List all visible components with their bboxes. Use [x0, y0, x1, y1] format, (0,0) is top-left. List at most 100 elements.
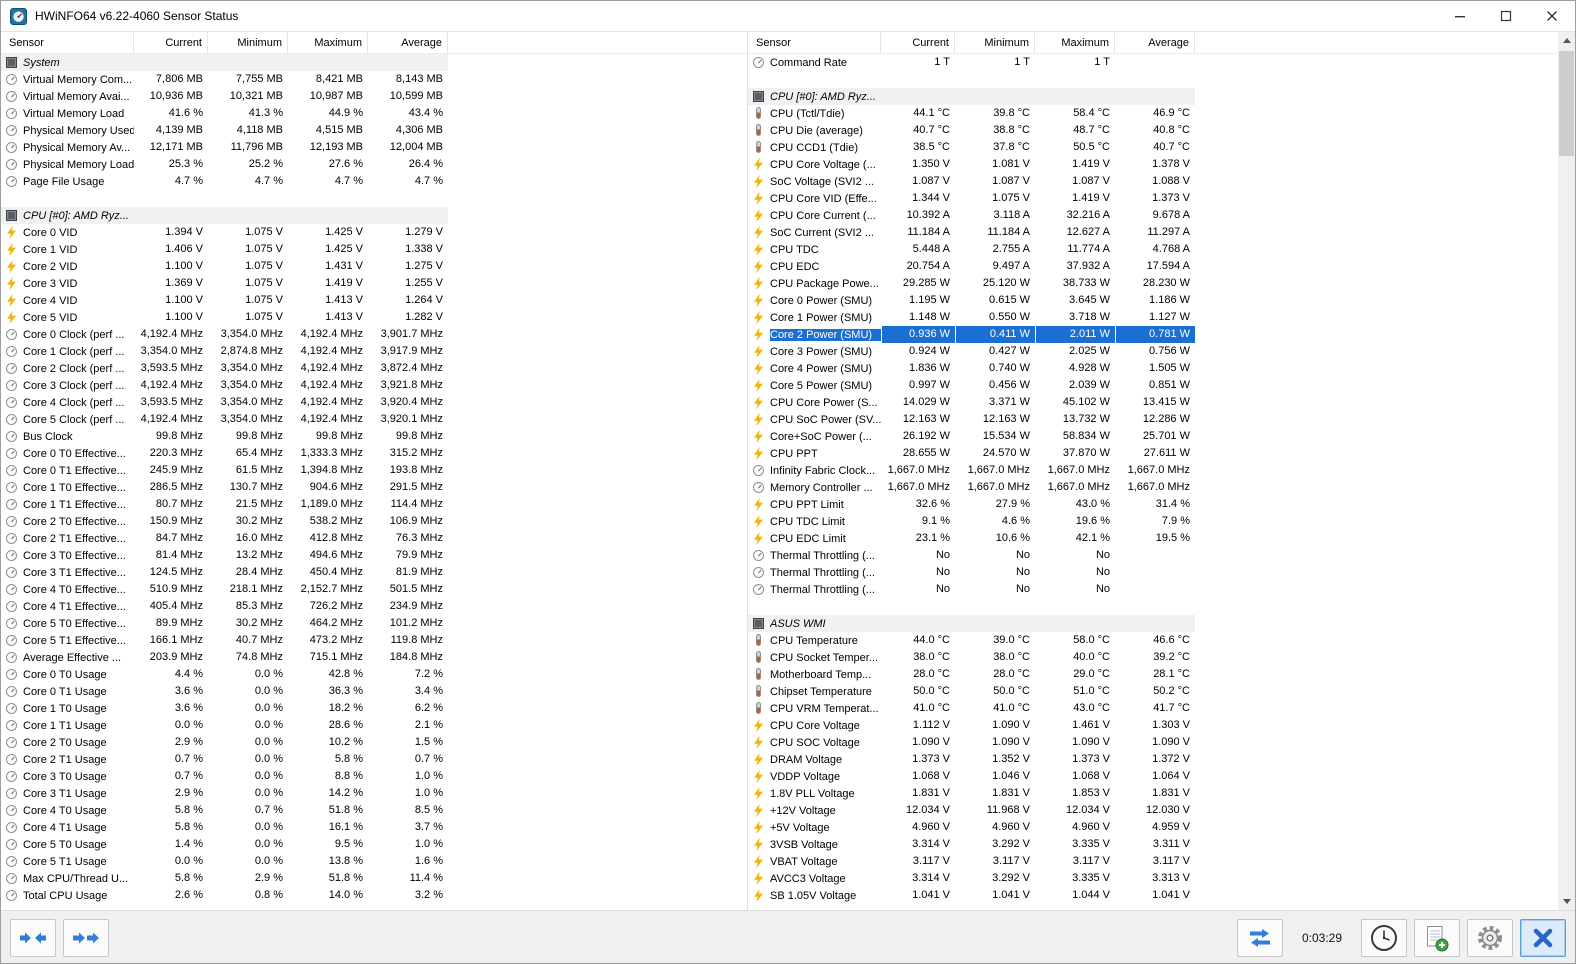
- sensor-row[interactable]: Core 1 T1 Usage0.0 %0.0 %28.6 %2.1 %: [1, 717, 448, 734]
- remote-monitoring-button[interactable]: [1237, 919, 1283, 957]
- sensor-row[interactable]: Core 2 T0 Effective...150.9 MHz30.2 MHz5…: [1, 513, 448, 530]
- scroll-down-button[interactable]: [1558, 893, 1575, 910]
- sensor-row[interactable]: SoC Voltage (SVI2 ...1.087 V1.087 V1.087…: [748, 173, 1195, 190]
- sensor-row[interactable]: CPU VRM Temperat...41.0 °C41.0 °C43.0 °C…: [748, 700, 1195, 717]
- close-button[interactable]: [1529, 1, 1575, 31]
- sensor-row[interactable]: CPU SOC Voltage1.090 V1.090 V1.090 V1.09…: [748, 734, 1195, 751]
- sensor-row[interactable]: Bus Clock99.8 MHz99.8 MHz99.8 MHz99.8 MH…: [1, 428, 448, 445]
- sensor-row[interactable]: CPU TDC5.448 A2.755 A11.774 A4.768 A: [748, 241, 1195, 258]
- sensor-row[interactable]: 3VSB Voltage3.314 V3.292 V3.335 V3.311 V: [748, 836, 1195, 853]
- sensor-row[interactable]: SoC Current (SVI2 ...11.184 A11.184 A12.…: [748, 224, 1195, 241]
- column-header-average[interactable]: Average: [368, 32, 448, 53]
- sensor-row[interactable]: CPU PPT28.655 W24.570 W37.870 W27.611 W: [748, 445, 1195, 462]
- sensor-row[interactable]: Thermal Throttling (...NoNoNo: [748, 564, 1195, 581]
- sensor-row[interactable]: CPU SoC Power (SV...12.163 W12.163 W13.7…: [748, 411, 1195, 428]
- column-header-current[interactable]: Current: [881, 32, 955, 53]
- sensor-row[interactable]: Physical Memory Used4,139 MB4,118 MB4,51…: [1, 122, 448, 139]
- sensor-row[interactable]: Physical Memory Load25.3 %25.2 %27.6 %26…: [1, 156, 448, 173]
- sensor-row[interactable]: Chipset Temperature50.0 °C50.0 °C51.0 °C…: [748, 683, 1195, 700]
- sensor-row[interactable]: Core 4 T0 Usage5.8 %0.7 %51.8 %8.5 %: [1, 802, 448, 819]
- sensor-row[interactable]: Core 1 VID1.406 V1.075 V1.425 V1.338 V: [1, 241, 448, 258]
- sensor-row[interactable]: Core 0 T0 Usage4.4 %0.0 %42.8 %7.2 %: [1, 666, 448, 683]
- column-header-minimum[interactable]: Minimum: [208, 32, 288, 53]
- sensor-row[interactable]: Core 5 VID1.100 V1.075 V1.413 V1.282 V: [1, 309, 448, 326]
- sensor-row[interactable]: +5V Voltage4.960 V4.960 V4.960 V4.959 V: [748, 819, 1195, 836]
- sensor-row[interactable]: Virtual Memory Avai...10,936 MB10,321 MB…: [1, 88, 448, 105]
- scrollbar-thumb[interactable]: [1559, 51, 1574, 156]
- sensor-row[interactable]: Virtual Memory Com...7,806 MB7,755 MB8,4…: [1, 71, 448, 88]
- sensor-row[interactable]: CPU Temperature44.0 °C39.0 °C58.0 °C46.6…: [748, 632, 1195, 649]
- sensor-row[interactable]: CPU CCD1 (Tdie)38.5 °C37.8 °C50.5 °C40.7…: [748, 139, 1195, 156]
- sensor-row[interactable]: Core 0 T1 Usage3.6 %0.0 %36.3 %3.4 %: [1, 683, 448, 700]
- sensor-row[interactable]: Average Effective ...203.9 MHz74.8 MHz71…: [1, 649, 448, 666]
- close-sensors-button[interactable]: [1520, 919, 1566, 957]
- column-header-sensor[interactable]: Sensor: [1, 32, 134, 53]
- sensor-row[interactable]: CPU Package Powe...29.285 W25.120 W38.73…: [748, 275, 1195, 292]
- sensor-row[interactable]: Motherboard Temp...28.0 °C28.0 °C29.0 °C…: [748, 666, 1195, 683]
- minimize-button[interactable]: [1437, 1, 1483, 31]
- sensor-row[interactable]: Memory Controller ...1,667.0 MHz1,667.0 …: [748, 479, 1195, 496]
- vertical-scrollbar[interactable]: [1558, 32, 1575, 910]
- section-header-row[interactable]: System: [1, 54, 448, 71]
- sensor-row[interactable]: Core 1 T1 Effective...80.7 MHz21.5 MHz1,…: [1, 496, 448, 513]
- sensor-row[interactable]: Virtual Memory Load41.6 %41.3 %44.9 %43.…: [1, 105, 448, 122]
- sensor-row[interactable]: Core 4 T0 Effective...510.9 MHz218.1 MHz…: [1, 581, 448, 598]
- maximize-button[interactable]: [1483, 1, 1529, 31]
- section-header-row[interactable]: CPU [#0]: AMD Ryz...: [1, 207, 448, 224]
- sensor-row[interactable]: Core 4 VID1.100 V1.075 V1.413 V1.264 V: [1, 292, 448, 309]
- sensor-row[interactable]: Core 3 VID1.369 V1.075 V1.419 V1.255 V: [1, 275, 448, 292]
- sensor-row[interactable]: DRAM Voltage1.373 V1.352 V1.373 V1.372 V: [748, 751, 1195, 768]
- sensor-row[interactable]: CPU Socket Temper...38.0 °C38.0 °C40.0 °…: [748, 649, 1195, 666]
- sensor-row[interactable]: CPU Core Voltage (...1.350 V1.081 V1.419…: [748, 156, 1195, 173]
- sensor-row[interactable]: Core 3 Power (SMU)0.924 W0.427 W2.025 W0…: [748, 343, 1195, 360]
- sensor-row[interactable]: Core 2 Power (SMU)0.936 W0.411 W2.011 W0…: [748, 326, 1195, 343]
- sensor-row[interactable]: CPU EDC Limit23.1 %10.6 %42.1 %19.5 %: [748, 530, 1195, 547]
- sensor-row[interactable]: Core 4 T1 Usage5.8 %0.0 %16.1 %3.7 %: [1, 819, 448, 836]
- sensor-row[interactable]: CPU PPT Limit32.6 %27.9 %43.0 %31.4 %: [748, 496, 1195, 513]
- column-header-average[interactable]: Average: [1115, 32, 1195, 53]
- sensor-row[interactable]: Core 5 T1 Usage0.0 %0.0 %13.8 %1.6 %: [1, 853, 448, 870]
- sensor-row[interactable]: Core 2 Clock (perf ...3,593.5 MHz3,354.0…: [1, 360, 448, 377]
- sensor-row[interactable]: Core+SoC Power (...26.192 W15.534 W58.83…: [748, 428, 1195, 445]
- sensor-row[interactable]: Core 2 T1 Effective...84.7 MHz16.0 MHz41…: [1, 530, 448, 547]
- sensor-row[interactable]: Core 3 T0 Effective...81.4 MHz13.2 MHz49…: [1, 547, 448, 564]
- sensor-row[interactable]: CPU Core VID (Effe...1.344 V1.075 V1.419…: [748, 190, 1195, 207]
- sensor-row[interactable]: Max CPU/Thread U...5.8 %2.9 %51.8 %11.4 …: [1, 870, 448, 887]
- sensor-row[interactable]: Core 1 Power (SMU)1.148 W0.550 W3.718 W1…: [748, 309, 1195, 326]
- sensor-row[interactable]: Command Rate1 T1 T1 T: [748, 54, 1195, 71]
- sensor-row[interactable]: CPU (Tctl/Tdie)44.1 °C39.8 °C58.4 °C46.9…: [748, 105, 1195, 122]
- sensor-row[interactable]: VBAT Voltage3.117 V3.117 V3.117 V3.117 V: [748, 853, 1195, 870]
- shift-columns-button[interactable]: [63, 919, 109, 957]
- sensor-row[interactable]: Core 4 Power (SMU)1.836 W0.740 W4.928 W1…: [748, 360, 1195, 377]
- column-header-minimum[interactable]: Minimum: [955, 32, 1035, 53]
- sensor-row[interactable]: Core 5 T0 Usage1.4 %0.0 %9.5 %1.0 %: [1, 836, 448, 853]
- settings-button[interactable]: [1467, 919, 1513, 957]
- sensor-row[interactable]: Core 1 T0 Usage3.6 %0.0 %18.2 %6.2 %: [1, 700, 448, 717]
- sensor-row[interactable]: Core 0 VID1.394 V1.075 V1.425 V1.279 V: [1, 224, 448, 241]
- sensor-row[interactable]: Core 0 T1 Effective...245.9 MHz61.5 MHz1…: [1, 462, 448, 479]
- sensor-row[interactable]: SB 1.05V Voltage1.041 V1.041 V1.044 V1.0…: [748, 887, 1195, 904]
- sensor-row[interactable]: +12V Voltage12.034 V11.968 V12.034 V12.0…: [748, 802, 1195, 819]
- sensor-row[interactable]: Core 2 VID1.100 V1.075 V1.431 V1.275 V: [1, 258, 448, 275]
- sensor-row[interactable]: AVCC3 Voltage3.314 V3.292 V3.335 V3.313 …: [748, 870, 1195, 887]
- column-header-sensor[interactable]: Sensor: [748, 32, 881, 53]
- scrollbar-track[interactable]: [1558, 49, 1575, 893]
- sensor-row[interactable]: Core 0 Clock (perf ...4,192.4 MHz3,354.0…: [1, 326, 448, 343]
- sensor-row[interactable]: CPU Core Power (S...14.029 W3.371 W45.10…: [748, 394, 1195, 411]
- expand-columns-button[interactable]: [10, 919, 56, 957]
- sensor-row[interactable]: Thermal Throttling (...NoNoNo: [748, 547, 1195, 564]
- sensor-row[interactable]: CPU EDC20.754 A9.497 A37.932 A17.594 A: [748, 258, 1195, 275]
- sensor-row[interactable]: CPU Die (average)40.7 °C38.8 °C48.7 °C40…: [748, 122, 1195, 139]
- titlebar[interactable]: HWiNFO64 v6.22-4060 Sensor Status: [1, 1, 1575, 32]
- sensor-row[interactable]: Page File Usage4.7 %4.7 %4.7 %4.7 %: [1, 173, 448, 190]
- sensor-row[interactable]: Core 4 Clock (perf ...3,593.5 MHz3,354.0…: [1, 394, 448, 411]
- sensor-row[interactable]: Physical Memory Av...12,171 MB11,796 MB1…: [1, 139, 448, 156]
- sensor-row[interactable]: Core 5 Clock (perf ...4,192.4 MHz3,354.0…: [1, 411, 448, 428]
- sensor-row[interactable]: CPU TDC Limit9.1 %4.6 %19.6 %7.9 %: [748, 513, 1195, 530]
- column-header-maximum[interactable]: Maximum: [1035, 32, 1115, 53]
- section-header-row[interactable]: CPU [#0]: AMD Ryz...: [748, 88, 1195, 105]
- add-report-button[interactable]: [1414, 919, 1460, 957]
- sensor-row[interactable]: 1.8V PLL Voltage1.831 V1.831 V1.853 V1.8…: [748, 785, 1195, 802]
- scroll-up-button[interactable]: [1558, 32, 1575, 49]
- sensor-row[interactable]: Core 5 T0 Effective...89.9 MHz30.2 MHz46…: [1, 615, 448, 632]
